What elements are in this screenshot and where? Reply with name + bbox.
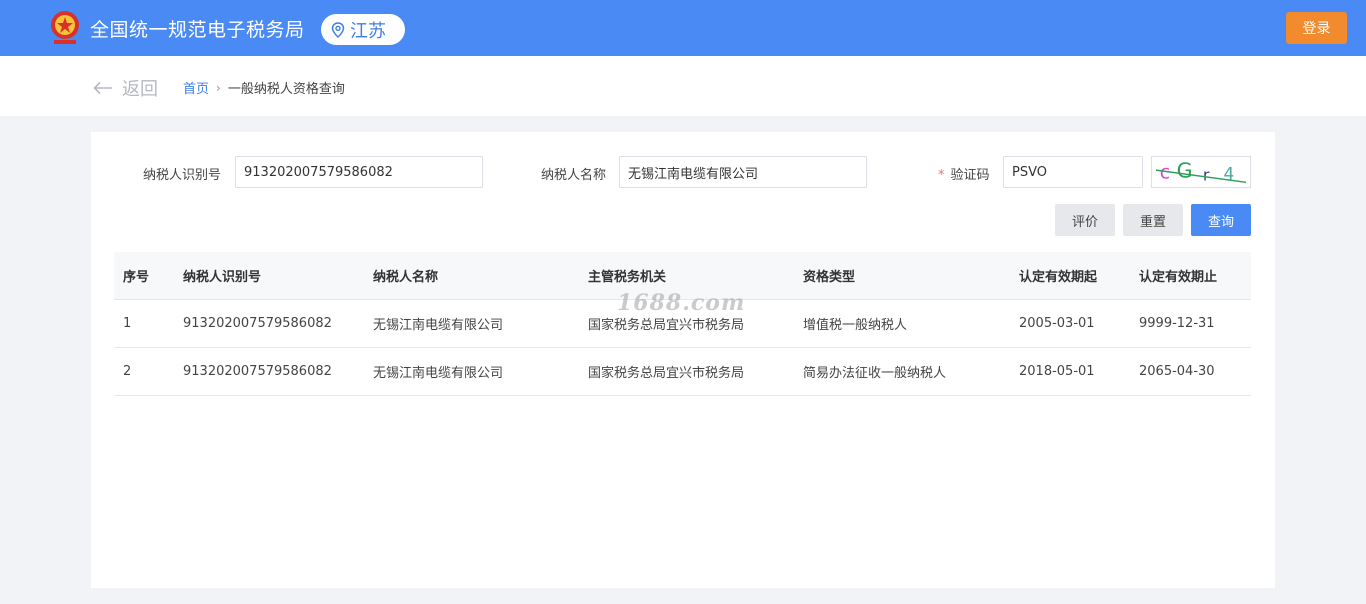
top-header: 全国统一规范电子税务局 江苏 登录 [0,0,1366,56]
captcha-char: G [1177,159,1193,183]
table-cell: 2065-04-30 [1139,364,1215,379]
column-header: 序号 [123,270,150,285]
column-header: 纳税人识别号 [183,270,262,285]
taxpayer-id-input[interactable] [235,156,483,188]
table-cell: 增值税一般纳税人 [803,318,908,333]
breadcrumb-bar: 返回 首页 › 一般纳税人资格查询 [0,56,1366,116]
breadcrumb-home-link[interactable]: 首页 [183,78,209,97]
region-label: 江苏 [350,20,386,42]
required-mark: * [938,168,945,183]
login-button[interactable]: 登录 [1286,12,1347,44]
table-cell: 简易办法征收一般纳税人 [803,366,947,381]
table-cell: 国家税务总局宜兴市税务局 [588,366,745,381]
location-pin-icon [331,21,345,38]
taxpayer-id-label: 纳税人识别号 [143,168,222,183]
table-cell: 国家税务总局宜兴市税务局 [588,318,745,333]
region-selector[interactable]: 江苏 [321,14,405,45]
national-emblem-icon [51,11,79,44]
table-cell: 无锡江南电缆有限公司 [373,318,504,333]
table-cell: 913202007579586082 [183,316,332,331]
site-title: 全国统一规范电子税务局 [90,19,305,41]
column-header: 主管税务机关 [588,270,667,285]
table-cell: 9999-12-31 [1139,316,1215,331]
table-cell: 1 [123,316,132,331]
back-button[interactable]: 返回 [93,75,158,101]
table-cell: 2005-03-01 [1019,316,1095,331]
column-header: 认定有效期起 [1019,270,1098,285]
table-cell: 无锡江南电缆有限公司 [373,366,504,381]
captcha-label: 验证码 [950,168,990,183]
taxpayer-name-label: 纳税人名称 [541,168,607,183]
reset-button[interactable]: 重置 [1123,204,1183,236]
watermark: 1688.com [617,290,746,316]
breadcrumb: 首页 › 一般纳税人资格查询 [183,78,345,98]
back-label: 返回 [122,79,158,100]
breadcrumb-current: 一般纳税人资格查询 [227,82,345,97]
captcha-char: c [1160,163,1170,184]
query-button[interactable]: 查询 [1191,204,1251,236]
result-table: 序号 纳税人识别号 纳税人名称 主管税务机关 资格类型 认定有效期起 认定有效期… [114,252,1251,396]
captcha-image[interactable]: c G r 4 [1151,156,1251,188]
breadcrumb-separator: › [216,80,221,95]
evaluate-button[interactable]: 评价 [1055,204,1115,236]
table-cell: 2018-05-01 [1019,364,1095,379]
query-panel: 纳税人识别号 纳税人名称 * 验证码 c G r 4 评价 重置 查询 序号 纳税… [91,132,1275,588]
table-cell: 913202007579586082 [183,364,332,379]
column-header: 认定有效期止 [1139,270,1218,285]
table-cell: 2 [123,364,132,379]
taxpayer-name-input[interactable] [619,156,867,188]
table-row: 2 913202007579586082 无锡江南电缆有限公司 国家税务总局宜兴… [114,348,1251,396]
arrow-left-icon [93,81,112,95]
column-header: 纳税人名称 [373,270,439,285]
captcha-char: r [1203,165,1210,184]
captcha-label-wrap: * 验证码 [938,164,990,183]
column-header: 资格类型 [803,270,856,285]
captcha-input[interactable] [1003,156,1143,188]
